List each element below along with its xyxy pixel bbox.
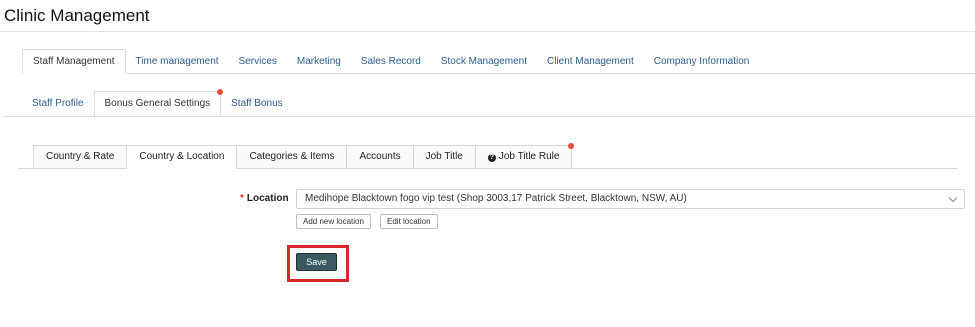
tab-sales-record[interactable]: Sales Record (351, 50, 431, 74)
question-icon: ? (487, 154, 496, 162)
tab-staff-management[interactable]: Staff Management (22, 49, 126, 74)
tab-job-title[interactable]: Job Title (413, 145, 476, 169)
chevron-down-icon (948, 193, 958, 203)
tab-marketing[interactable]: Marketing (287, 50, 351, 74)
tab-time-management[interactable]: Time management (126, 50, 229, 74)
add-new-location-button[interactable]: Add new location (296, 214, 371, 229)
page-title: Clinic Management (4, 6, 150, 25)
tab-client-management[interactable]: Client Management (537, 50, 644, 74)
settings-tabs: Country & Rate Country & Location Catego… (33, 143, 575, 169)
tab-staff-bonus[interactable]: Staff Bonus (221, 92, 293, 116)
tab-job-title-rule[interactable]: ? Job Title Rule (475, 143, 575, 169)
sub-tabs-line (4, 116, 975, 117)
location-selected-value: Medihope Blacktown fogo vip test (Shop 3… (305, 193, 687, 204)
save-button[interactable]: Save (296, 253, 337, 271)
tab-accounts[interactable]: Accounts (347, 145, 414, 169)
tab-label: Bonus General Settings (104, 98, 211, 109)
location-select[interactable]: Medihope Blacktown fogo vip test (Shop 3… (296, 189, 965, 209)
tab-company-information[interactable]: Company Information (644, 50, 760, 74)
tab-categories-items[interactable]: Categories & Items (237, 145, 348, 169)
tab-bonus-general-settings[interactable]: Bonus General Settings (93, 89, 224, 116)
sub-tabs: Staff Profile Bonus General Settings Sta… (22, 89, 293, 116)
notification-dot (568, 143, 575, 149)
required-mark: * (240, 193, 244, 204)
location-label-text: Location (246, 193, 289, 204)
title-divider (0, 31, 975, 32)
tab-label: Job Title Rule (498, 151, 560, 162)
main-tabs: Staff Management Time management Service… (22, 49, 759, 74)
location-label: * Location (240, 193, 289, 204)
tab-staff-profile[interactable]: Staff Profile (22, 92, 94, 116)
tab-services[interactable]: Services (229, 50, 287, 74)
tab-country-location[interactable]: Country & Location (127, 145, 238, 169)
edit-location-button[interactable]: Edit location (380, 214, 438, 229)
tab-country-rate[interactable]: Country & Rate (33, 145, 128, 169)
tab-stock-management[interactable]: Stock Management (431, 50, 537, 74)
